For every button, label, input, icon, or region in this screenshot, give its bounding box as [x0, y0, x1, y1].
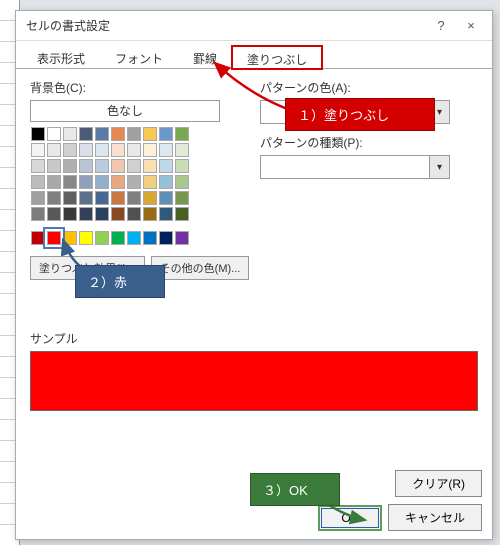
- tab-border[interactable]: 罫線: [178, 45, 232, 68]
- color-swatch[interactable]: [95, 143, 109, 157]
- tab-fill[interactable]: 塗りつぶし: [232, 46, 322, 69]
- footer: OK キャンセル: [318, 504, 482, 531]
- color-swatch[interactable]: [63, 143, 77, 157]
- close-icon[interactable]: ×: [456, 14, 486, 38]
- color-swatch[interactable]: [79, 127, 93, 141]
- color-swatch[interactable]: [127, 207, 141, 221]
- color-swatch[interactable]: [175, 191, 189, 205]
- color-swatch[interactable]: [79, 143, 93, 157]
- color-swatch[interactable]: [95, 127, 109, 141]
- pattern-color-label: パターンの色(A):: [260, 79, 470, 96]
- color-swatch[interactable]: [79, 159, 93, 173]
- clear-button[interactable]: クリア(R): [395, 470, 482, 497]
- color-swatch[interactable]: [111, 127, 125, 141]
- color-swatch[interactable]: [127, 143, 141, 157]
- color-swatch[interactable]: [63, 127, 77, 141]
- color-swatch[interactable]: [31, 127, 45, 141]
- color-swatch[interactable]: [111, 231, 125, 245]
- color-swatch[interactable]: [127, 159, 141, 173]
- color-palette-standard: [30, 230, 250, 246]
- cancel-button[interactable]: キャンセル: [388, 504, 482, 531]
- tab-bar: 表示形式 フォント 罫線 塗りつぶし: [16, 41, 492, 69]
- color-swatch[interactable]: [31, 207, 45, 221]
- tab-font[interactable]: フォント: [100, 45, 178, 68]
- bgcolor-label: 背景色(C):: [30, 79, 250, 96]
- pattern-style-label: パターンの種類(P):: [260, 134, 470, 151]
- color-swatch[interactable]: [47, 175, 61, 189]
- color-swatch[interactable]: [159, 143, 173, 157]
- color-swatch[interactable]: [31, 231, 45, 245]
- color-swatch[interactable]: [95, 231, 109, 245]
- annotation-step2: ２）赤: [75, 265, 165, 298]
- color-swatch[interactable]: [111, 175, 125, 189]
- color-palette-theme: [30, 126, 250, 222]
- color-swatch[interactable]: [175, 175, 189, 189]
- color-swatch[interactable]: [63, 159, 77, 173]
- right-column: パターンの色(A): ▾ パターンの種類(P): ▾: [260, 79, 470, 189]
- ok-button[interactable]: OK: [318, 505, 382, 531]
- color-swatch[interactable]: [111, 143, 125, 157]
- color-swatch[interactable]: [175, 207, 189, 221]
- color-swatch[interactable]: [143, 159, 157, 173]
- color-swatch[interactable]: [95, 159, 109, 173]
- color-swatch[interactable]: [47, 127, 61, 141]
- color-swatch[interactable]: [47, 143, 61, 157]
- annotation-step3: ３）OK: [250, 473, 340, 506]
- chevron-down-icon: ▾: [429, 156, 449, 178]
- color-swatch[interactable]: [79, 207, 93, 221]
- titlebar: セルの書式設定 ? ×: [16, 11, 492, 41]
- left-column: 背景色(C): 色なし 塗りつぶし効果(I)... その他の色(M)...: [30, 79, 250, 280]
- color-swatch[interactable]: [31, 191, 45, 205]
- color-swatch[interactable]: [79, 191, 93, 205]
- color-swatch[interactable]: [127, 231, 141, 245]
- no-color-button[interactable]: 色なし: [30, 100, 220, 122]
- color-swatch[interactable]: [63, 175, 77, 189]
- color-swatch[interactable]: [95, 207, 109, 221]
- color-swatch[interactable]: [63, 207, 77, 221]
- dialog-title: セルの書式設定: [26, 17, 426, 34]
- color-swatch[interactable]: [143, 191, 157, 205]
- color-swatch[interactable]: [79, 175, 93, 189]
- color-swatch[interactable]: [159, 207, 173, 221]
- color-swatch[interactable]: [31, 159, 45, 173]
- color-swatch[interactable]: [159, 159, 173, 173]
- pattern-style-combo[interactable]: ▾: [260, 155, 450, 179]
- color-swatch[interactable]: [143, 231, 157, 245]
- color-swatch[interactable]: [111, 207, 125, 221]
- sample-preview: [30, 351, 478, 411]
- more-colors-button[interactable]: その他の色(M)...: [151, 256, 250, 280]
- color-swatch[interactable]: [95, 191, 109, 205]
- color-swatch[interactable]: [127, 127, 141, 141]
- color-swatch[interactable]: [111, 191, 125, 205]
- color-swatch[interactable]: [31, 175, 45, 189]
- color-swatch[interactable]: [95, 175, 109, 189]
- color-swatch[interactable]: [127, 191, 141, 205]
- color-swatch[interactable]: [111, 159, 125, 173]
- color-swatch[interactable]: [47, 159, 61, 173]
- color-swatch[interactable]: [175, 231, 189, 245]
- color-swatch[interactable]: [63, 191, 77, 205]
- color-swatch[interactable]: [143, 175, 157, 189]
- annotation-step1: １）塗りつぶし: [285, 98, 435, 131]
- color-swatch[interactable]: [175, 127, 189, 141]
- color-swatch[interactable]: [47, 231, 61, 245]
- color-swatch[interactable]: [31, 143, 45, 157]
- color-swatch[interactable]: [159, 191, 173, 205]
- color-swatch[interactable]: [143, 143, 157, 157]
- color-swatch[interactable]: [143, 207, 157, 221]
- color-swatch[interactable]: [143, 127, 157, 141]
- color-swatch[interactable]: [175, 143, 189, 157]
- help-icon[interactable]: ?: [426, 14, 456, 38]
- color-swatch[interactable]: [159, 231, 173, 245]
- color-swatch[interactable]: [63, 231, 77, 245]
- tab-number-format[interactable]: 表示形式: [22, 45, 100, 68]
- color-swatch[interactable]: [159, 127, 173, 141]
- color-swatch[interactable]: [127, 175, 141, 189]
- color-swatch[interactable]: [47, 191, 61, 205]
- color-swatch[interactable]: [175, 159, 189, 173]
- color-swatch[interactable]: [79, 231, 93, 245]
- color-swatch[interactable]: [47, 207, 61, 221]
- color-swatch[interactable]: [159, 175, 173, 189]
